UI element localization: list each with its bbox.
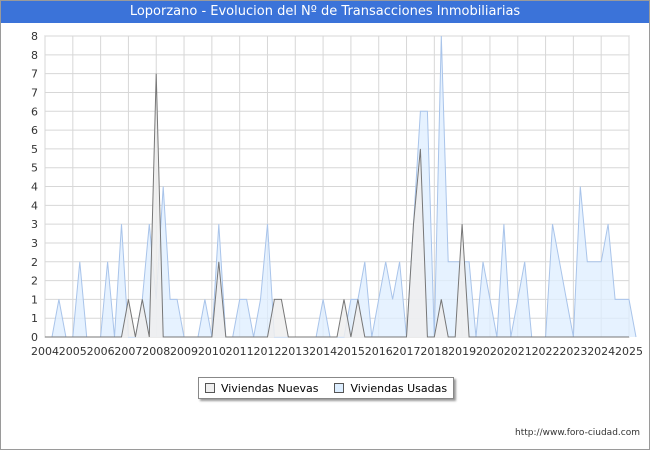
x-tick-label: 2015 (337, 345, 365, 358)
y-axis-ticks: 0 1 1 2 2 3 3 4 4 5 5 6 6 7 7 8 8 (31, 30, 38, 344)
x-tick-label: 2017 (393, 345, 421, 358)
legend: Viviendas Nuevas Viviendas Usadas (198, 377, 454, 399)
legend-swatch-usadas (334, 383, 345, 393)
y-tick-label: 1 (31, 312, 38, 325)
y-tick-label: 4 (31, 181, 38, 194)
legend-label-nuevas: Viviendas Nuevas (220, 381, 319, 395)
x-tick-label: 2022 (532, 345, 560, 358)
x-tick-label: 2013 (281, 345, 309, 358)
x-tick-label: 2011 (226, 345, 254, 358)
x-tick-label: 2020 (476, 345, 504, 358)
y-tick-label: 0 (31, 331, 38, 344)
x-tick-label: 2019 (448, 345, 476, 358)
y-tick-label: 6 (31, 124, 38, 137)
legend-label-usadas: Viviendas Usadas (350, 381, 448, 395)
x-axis-ticks: 2004 2005 2006 2007 2008 2009 2010 2011 2012 2013… (31, 345, 643, 358)
legend-item-usadas: Viviendas Usadas (334, 382, 447, 395)
x-tick-label: 2014 (309, 345, 337, 358)
y-tick-label: 7 (31, 86, 38, 99)
y-tick-label: 8 (31, 49, 38, 62)
x-tick-label: 2009 (170, 345, 198, 358)
grid-lines (44, 35, 630, 338)
x-tick-label: 2005 (59, 345, 87, 358)
x-tick-label: 2016 (365, 345, 393, 358)
x-tick-label: 2023 (559, 345, 587, 358)
legend-item-nuevas: Viviendas Nuevas (204, 381, 319, 395)
y-tick-label: 1 (31, 293, 38, 306)
footer-url: http://www.foro-ciudad.com (515, 428, 640, 438)
legend-swatch-nuevas (204, 383, 215, 393)
y-tick-label: 4 (31, 199, 38, 212)
y-tick-label: 3 (31, 218, 38, 231)
x-tick-label: 2008 (142, 345, 170, 358)
y-tick-label: 8 (31, 30, 38, 43)
x-tick-label: 2025 (615, 345, 643, 358)
y-tick-label: 7 (31, 68, 38, 81)
y-tick-label: 5 (31, 143, 38, 156)
x-tick-label: 2006 (87, 345, 115, 358)
y-tick-label: 2 (31, 256, 38, 269)
x-tick-label: 2024 (587, 345, 615, 358)
x-tick-label: 2021 (504, 345, 532, 358)
y-tick-label: 6 (31, 105, 38, 118)
x-tick-label: 2012 (253, 345, 281, 358)
x-tick-label: 2018 (420, 345, 448, 358)
y-tick-label: 2 (31, 275, 38, 288)
x-tick-label: 2010 (198, 345, 226, 358)
x-tick-label: 2007 (114, 345, 142, 358)
x-tick-label: 2004 (31, 345, 59, 358)
y-tick-label: 3 (31, 237, 38, 250)
y-tick-label: 5 (31, 162, 38, 175)
